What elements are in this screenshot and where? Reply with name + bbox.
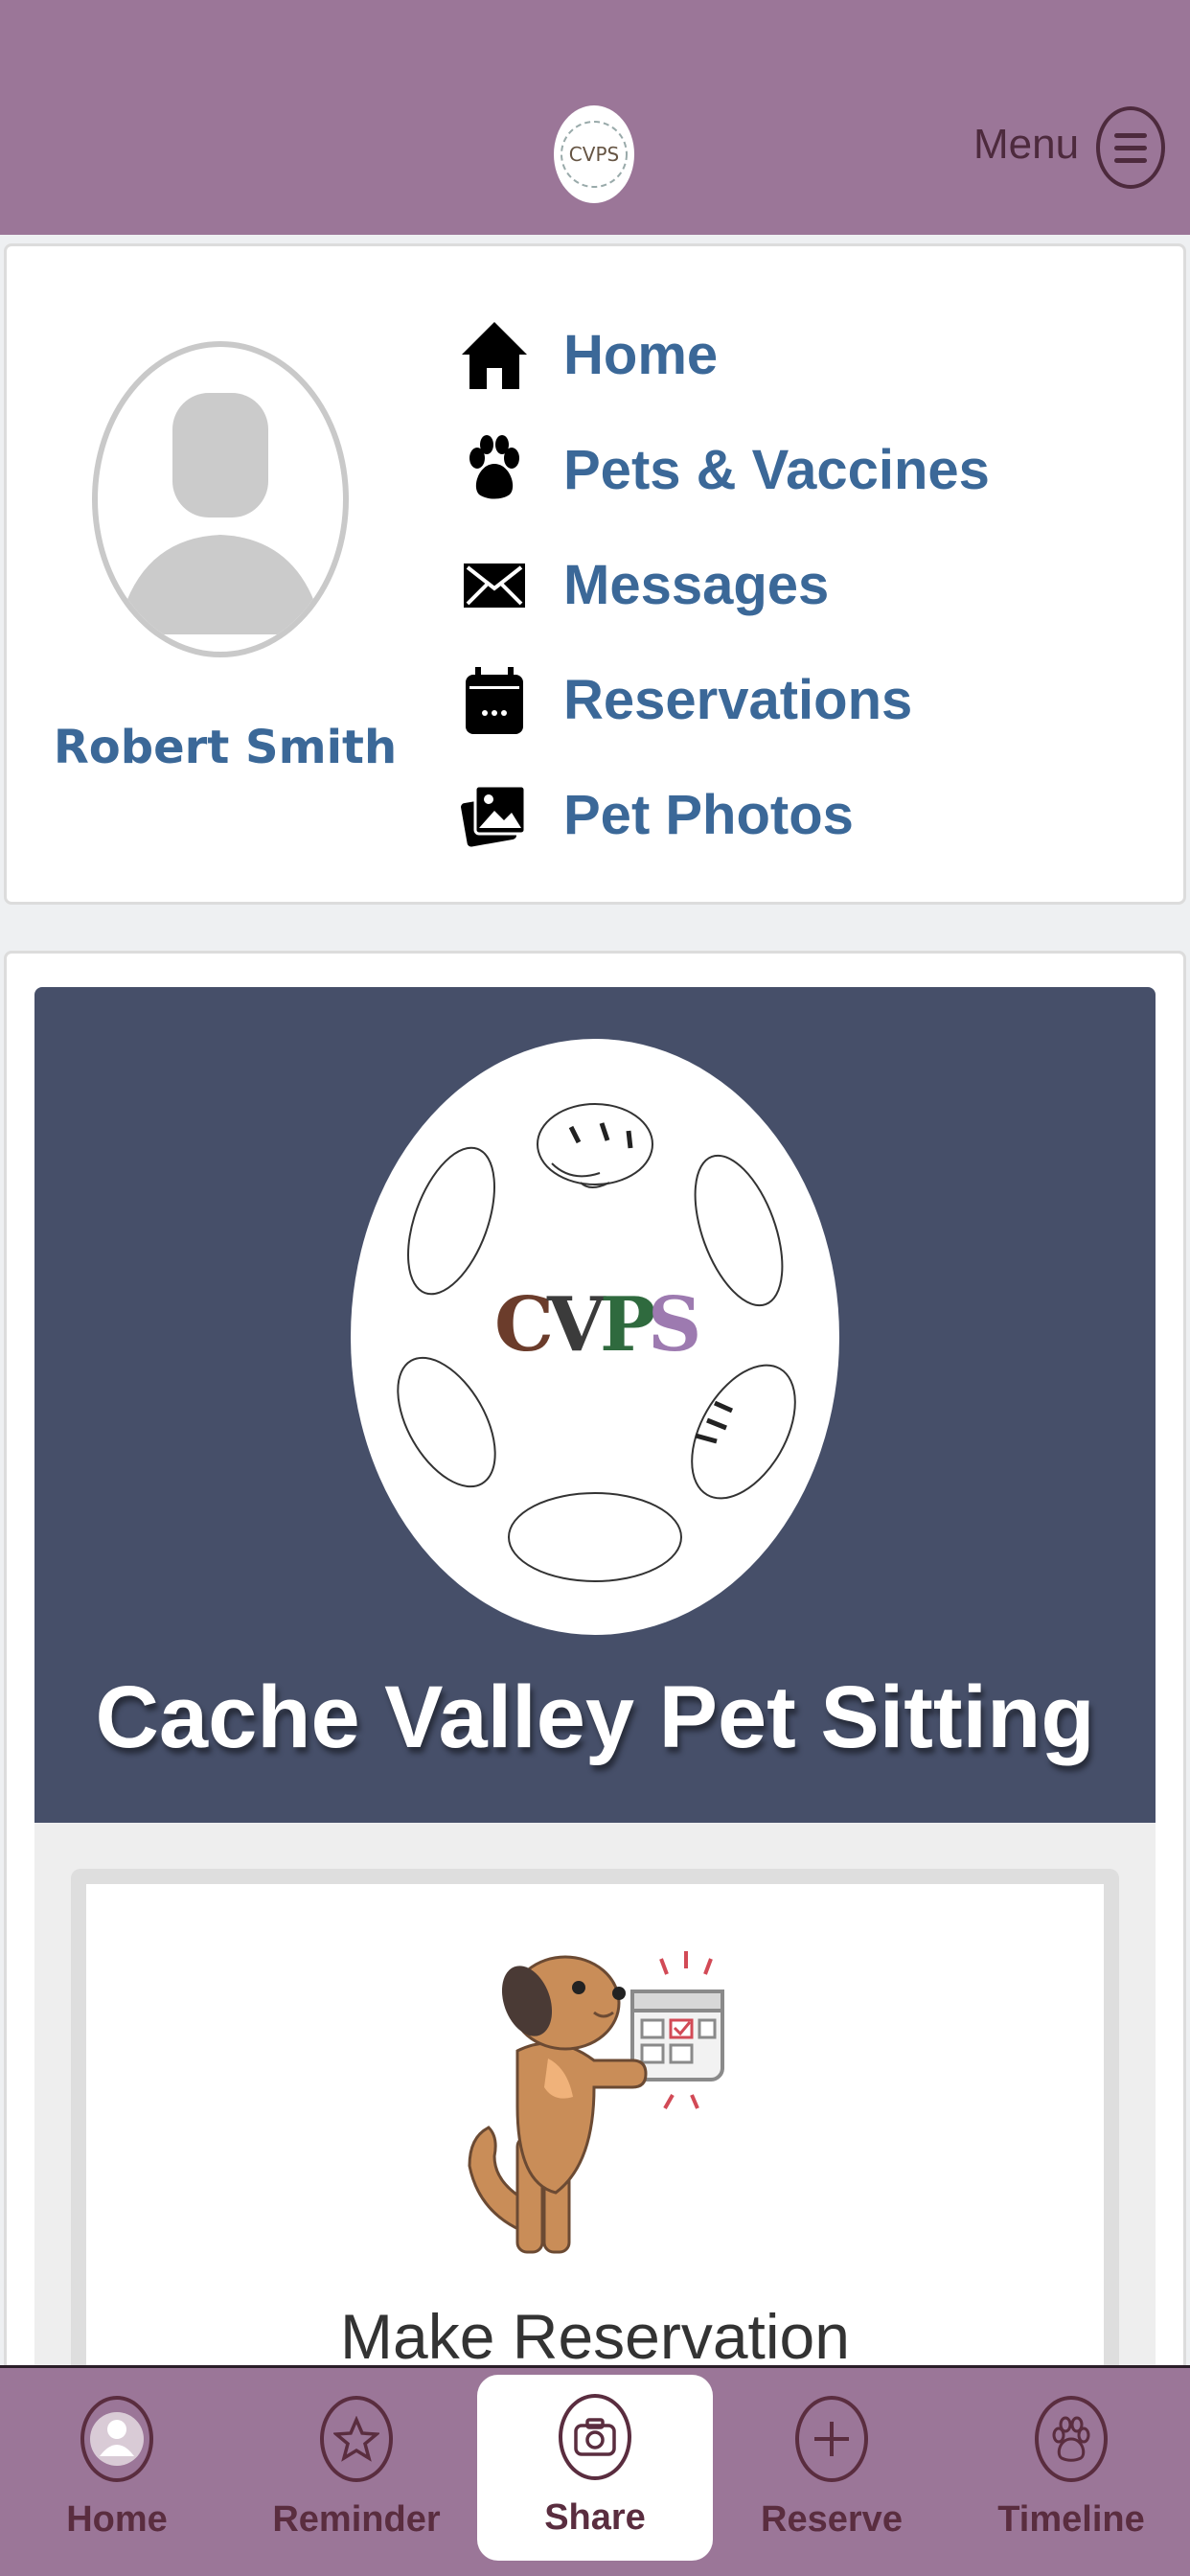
app-logo[interactable]: CVPS [554,105,634,203]
tab-reminder[interactable]: Reminder [251,2377,462,2568]
svg-text:CVPS: CVPS [569,143,619,166]
nav-item-pets-vaccines[interactable]: Pets & Vaccines [458,422,1052,518]
dog-calendar-illustration [460,1945,738,2262]
cvps-logo: C V P S [351,1039,839,1635]
nav-label-pet-photos: Pet Photos [563,783,854,846]
nav-label-messages: Messages [563,553,830,616]
camera-icon [559,2394,631,2480]
tab-label-timeline: Timeline [997,2499,1145,2540]
plus-icon [795,2396,868,2482]
tab-label-reserve: Reserve [761,2499,903,2540]
svg-text:C: C [494,1281,554,1368]
make-reservation-title[interactable]: Make Reservation [71,2300,1119,2373]
nav-item-pet-photos[interactable]: Pet Photos [458,767,1052,862]
hero-title: Cache Valley Pet Sitting [95,1668,1095,1766]
menu-button[interactable] [1096,106,1165,189]
menu-label[interactable]: Menu [973,121,1079,169]
tab-home[interactable]: Home [11,2377,222,2568]
paw-icon [1035,2396,1108,2482]
nav-item-reservations[interactable]: Reservations [458,652,1052,748]
nav-label-home: Home [563,323,719,386]
avatar[interactable] [92,341,349,657]
tab-share[interactable]: Share [477,2375,713,2561]
hamburger-icon [1114,132,1147,138]
home-icon [458,314,531,395]
photos-icon [458,774,531,855]
user-name: Robert Smith [53,721,398,774]
tab-label-share: Share [544,2497,646,2538]
nav-label-reservations: Reservations [563,668,913,731]
tab-reserve[interactable]: Reserve [726,2377,937,2568]
nav-label-pets-vaccines: Pets & Vaccines [563,438,990,501]
star-icon [320,2396,393,2482]
tab-timeline[interactable]: Timeline [966,2377,1177,2568]
calendar-icon [458,659,531,740]
nav-item-home[interactable]: Home [458,307,1052,402]
tab-label-reminder: Reminder [272,2499,441,2540]
envelope-icon [458,544,531,625]
nav-item-messages[interactable]: Messages [458,537,1052,632]
svg-text:S: S [648,1281,701,1368]
svg-text:V: V [546,1281,606,1368]
paw-icon [458,429,531,510]
user-icon [80,2396,153,2482]
tab-label-home: Home [66,2499,168,2540]
